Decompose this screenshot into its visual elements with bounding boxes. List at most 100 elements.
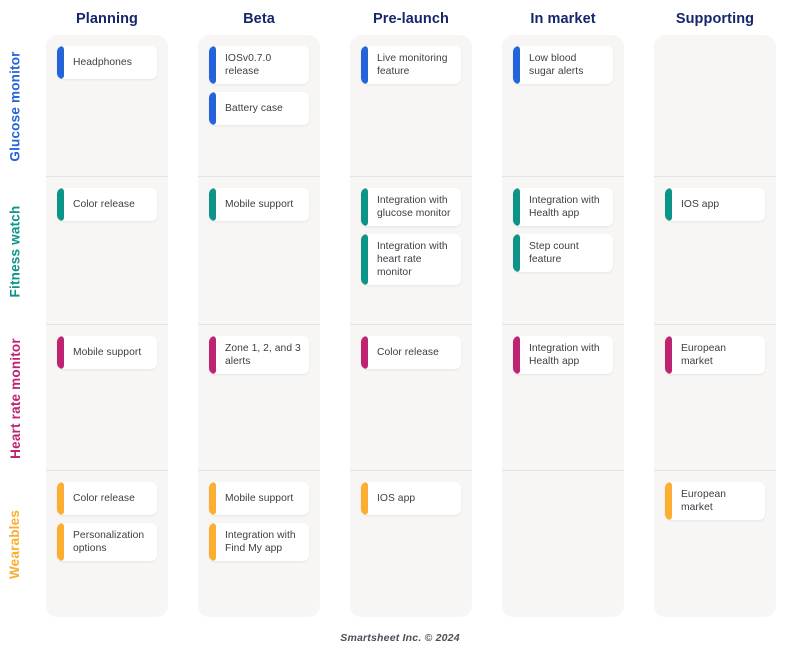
- card-label: Color release: [73, 493, 135, 504]
- cell-glucose-monitor-in-market: Low blood sugar alerts: [502, 35, 624, 177]
- row-label-heart-rate-monitor: Heart rate monitor: [0, 325, 30, 471]
- card-accent-bar: [57, 46, 64, 79]
- roadmap-board: Planning Beta Pre-launch In market Supportin…: [0, 0, 800, 658]
- card-accent-bar: [513, 336, 520, 374]
- card-accent-bar: [665, 188, 672, 221]
- task-card[interactable]: Low blood sugar alerts: [513, 46, 613, 84]
- card-accent-bar: [513, 46, 520, 84]
- task-card[interactable]: Personalization options: [57, 523, 157, 561]
- card-label: Mobile support: [225, 199, 294, 210]
- column-header-pre-launch: Pre-launch: [373, 11, 449, 27]
- card-accent-bar: [209, 188, 216, 221]
- task-card[interactable]: Integration with Find My app: [209, 523, 309, 561]
- card-label: IOS app: [377, 493, 416, 504]
- column-header-planning: Planning: [75, 11, 139, 27]
- cell-heart-rate-monitor-supporting: European market: [654, 325, 776, 471]
- task-card[interactable]: IOS app: [361, 482, 461, 515]
- row-label-wearables: Wearables: [0, 471, 30, 617]
- card-label: Battery case: [225, 103, 283, 114]
- card-accent-bar: [209, 482, 216, 515]
- task-card[interactable]: Mobile support: [209, 482, 309, 515]
- cell-glucose-monitor-beta: IOSv0.7.0 release Battery case: [198, 35, 320, 177]
- card-label: IOS app: [681, 199, 720, 210]
- card-label: Integration with heart rate monitor: [377, 241, 448, 278]
- card-label: Integration with Health app: [529, 195, 600, 219]
- card-label: Personalization options: [73, 530, 145, 554]
- cell-heart-rate-monitor-pre-launch: Color release: [350, 325, 472, 471]
- cell-wearables-planning: Color release Personalization options: [46, 471, 168, 617]
- card-accent-bar: [361, 336, 368, 369]
- task-card[interactable]: Integration with glucose monitor: [361, 188, 461, 226]
- task-card[interactable]: Mobile support: [209, 188, 309, 221]
- card-accent-bar: [57, 336, 64, 369]
- cell-fitness-watch-beta: Mobile support: [198, 177, 320, 325]
- row-label-text: Fitness watch: [7, 205, 23, 297]
- footer-attribution: Smartsheet Inc. © 2024: [340, 632, 460, 644]
- card-accent-bar: [209, 92, 216, 125]
- cell-fitness-watch-supporting: IOS app: [654, 177, 776, 325]
- cell-glucose-monitor-planning: Headphones: [46, 35, 168, 177]
- cell-fitness-watch-in-market: Integration with Health app Step count fe…: [502, 177, 624, 325]
- task-card[interactable]: Headphones: [57, 46, 157, 79]
- cell-wearables-pre-launch: IOS app: [350, 471, 472, 617]
- task-card[interactable]: Integration with heart rate monitor: [361, 234, 461, 285]
- row-label-fitness-watch: Fitness watch: [0, 177, 30, 325]
- card-label: IOSv0.7.0 release: [225, 53, 272, 77]
- cell-heart-rate-monitor-planning: Mobile support: [46, 325, 168, 471]
- row-label-text: Wearables: [7, 509, 23, 579]
- cell-glucose-monitor-pre-launch: Live monitoring feature: [350, 35, 472, 177]
- card-accent-bar: [513, 234, 520, 272]
- card-label: Live monitoring feature: [377, 53, 448, 77]
- row-label-text: Glucose monitor: [7, 50, 23, 162]
- card-accent-bar: [665, 336, 672, 374]
- task-card[interactable]: Battery case: [209, 92, 309, 125]
- column-panel-pre-launch: Live monitoring feature Integration with …: [350, 35, 472, 617]
- task-card[interactable]: Integration with Health app: [513, 188, 613, 226]
- column-panel-beta: IOSv0.7.0 release Battery case Mobile supp…: [198, 35, 320, 617]
- task-card[interactable]: Mobile support: [57, 336, 157, 369]
- task-card[interactable]: Live monitoring feature: [361, 46, 461, 84]
- card-label: Headphones: [73, 57, 132, 68]
- task-card[interactable]: Color release: [57, 188, 157, 221]
- cell-wearables-beta: Mobile support Integration with Find My a…: [198, 471, 320, 617]
- card-accent-bar: [209, 336, 216, 374]
- row-label-text: Heart rate monitor: [7, 337, 23, 459]
- cell-heart-rate-monitor-in-market: Integration with Health app: [502, 325, 624, 471]
- card-label: European market: [681, 489, 727, 513]
- card-accent-bar: [361, 188, 368, 226]
- card-label: Color release: [73, 199, 135, 210]
- cell-heart-rate-monitor-beta: Zone 1, 2, and 3 alerts: [198, 325, 320, 471]
- cell-wearables-supporting: European market: [654, 471, 776, 617]
- task-card[interactable]: Zone 1, 2, and 3 alerts: [209, 336, 309, 374]
- task-card[interactable]: Color release: [57, 482, 157, 515]
- column-header-beta: Beta: [243, 11, 275, 27]
- column-header-in-market: In market: [530, 11, 596, 27]
- task-card[interactable]: Integration with Health app: [513, 336, 613, 374]
- card-accent-bar: [209, 523, 216, 561]
- card-label: Integration with glucose monitor: [377, 195, 451, 219]
- card-accent-bar: [513, 188, 520, 226]
- task-card[interactable]: Color release: [361, 336, 461, 369]
- card-label: Zone 1, 2, and 3 alerts: [225, 343, 301, 367]
- card-label: Step count feature: [529, 241, 579, 265]
- task-card[interactable]: IOSv0.7.0 release: [209, 46, 309, 84]
- card-accent-bar: [209, 46, 216, 84]
- card-label: Integration with Health app: [529, 343, 600, 367]
- card-label: Mobile support: [73, 347, 142, 358]
- cell-wearables-in-market: [502, 471, 624, 617]
- task-card[interactable]: IOS app: [665, 188, 765, 221]
- task-card[interactable]: European market: [665, 482, 765, 520]
- card-accent-bar: [57, 482, 64, 515]
- column-panel-supporting: IOS app European market European market: [654, 35, 776, 617]
- card-accent-bar: [57, 188, 64, 221]
- cell-glucose-monitor-supporting: [654, 35, 776, 177]
- card-accent-bar: [57, 523, 64, 561]
- column-panel-planning: Headphones Color release Mobile support Col…: [46, 35, 168, 617]
- card-accent-bar: [665, 482, 672, 520]
- cell-fitness-watch-pre-launch: Integration with glucose monitor Integrat…: [350, 177, 472, 325]
- task-card[interactable]: Step count feature: [513, 234, 613, 272]
- card-label: Color release: [377, 347, 439, 358]
- row-label-glucose-monitor: Glucose monitor: [0, 35, 30, 177]
- task-card[interactable]: European market: [665, 336, 765, 374]
- card-label: Integration with Find My app: [225, 530, 296, 554]
